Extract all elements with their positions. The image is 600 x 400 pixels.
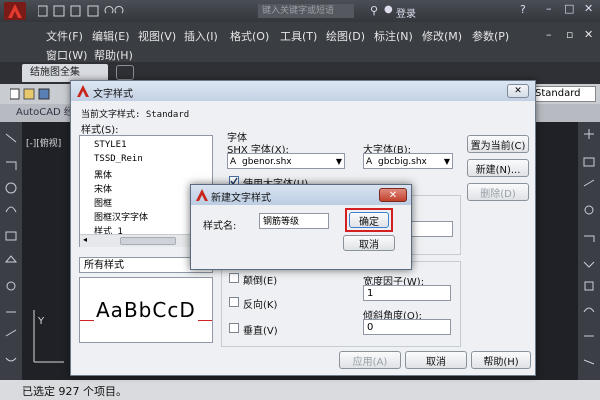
current-style-label: 当前文字样式: Standard	[81, 110, 190, 120]
shx-font-value: gbenor.shx	[242, 157, 292, 167]
menu-tools[interactable]: 工具(T)	[280, 28, 317, 44]
upside-down-checkbox[interactable]	[229, 273, 239, 283]
autocad-small-icon	[77, 85, 89, 97]
autocad-logo-icon[interactable]	[4, 2, 26, 20]
cancel-button[interactable]: 取消	[405, 351, 467, 369]
font-type-icon: A	[230, 157, 237, 167]
apply-button[interactable]: 应用(A)	[339, 351, 401, 369]
menu-draw[interactable]: 绘图(D)	[326, 28, 365, 44]
list-item[interactable]: 图框汉字字体	[94, 210, 148, 223]
width-factor-input[interactable]: 1	[363, 285, 451, 301]
dialog-title: 文字样式	[93, 89, 133, 100]
scroll-thumb[interactable]	[120, 237, 176, 245]
ucs-icon: Y	[33, 310, 64, 363]
close-icon[interactable]: ✕	[584, 2, 593, 15]
style-name-label: 样式名:	[203, 221, 237, 232]
modify-toolbar[interactable]	[578, 122, 600, 380]
scroll-left-icon[interactable]: ◂	[83, 235, 87, 244]
bigfont-value: gbcbig.shx	[378, 157, 427, 167]
autocad-small-icon	[196, 189, 208, 201]
preview-baseline-right	[198, 320, 212, 321]
styles-label: 样式(S):	[81, 125, 119, 136]
list-item[interactable]: STYLE1	[94, 140, 127, 150]
preview-panel: AaBbCcD	[79, 277, 213, 343]
toolbar-icons[interactable]	[9, 88, 70, 100]
chevron-down-icon: ▼	[443, 157, 450, 166]
menu-modify[interactable]: 修改(M)	[422, 28, 462, 44]
menu-dimension[interactable]: 标注(N)	[374, 28, 413, 44]
sign-in-link[interactable]: 登录	[396, 5, 416, 20]
oblique-angle-input[interactable]: 0	[363, 319, 451, 335]
upside-down-label[interactable]: 颠倒(E)	[243, 272, 277, 287]
doc-close-icon[interactable]: ✕	[584, 28, 593, 41]
quick-access-icons[interactable]	[37, 5, 134, 17]
viewport-label[interactable]: [-][俯视]	[26, 136, 61, 149]
new-style-button[interactable]: 新建(N)...	[467, 159, 529, 177]
new-dialog-title: 新建文字样式	[211, 193, 271, 204]
help-icon[interactable]: ?	[520, 3, 526, 16]
binoculars-icon[interactable]: ⚲	[370, 4, 378, 17]
maximize-icon[interactable]: □	[564, 2, 574, 15]
preview-text: AaBbCcD	[96, 298, 196, 322]
svg-text:Y: Y	[37, 316, 45, 327]
delete-style-button[interactable]: 删除(D)	[467, 183, 529, 201]
backwards-checkbox[interactable]	[229, 297, 239, 307]
menu-parametric[interactable]: 参数(P)	[472, 28, 509, 44]
new-text-style-dialog: 新建文字样式 ✕ 样式名: 钢筋等级 确定 取消	[190, 184, 412, 270]
vertical-label[interactable]: 垂直(V)	[243, 322, 278, 337]
list-item[interactable]: 宋体	[94, 182, 112, 195]
text-style-select[interactable]: Standard	[530, 86, 596, 102]
list-item[interactable]: 黑体	[94, 168, 112, 181]
help-button[interactable]: 帮助(H)	[471, 351, 531, 369]
command-line[interactable]: 已选定 927 个项目。	[0, 380, 600, 400]
preview-baseline-left	[80, 320, 94, 321]
new-dialog-title-bar: 新建文字样式 ✕	[191, 185, 411, 205]
menu-edit[interactable]: 编辑(E)	[92, 28, 130, 44]
minimize-icon[interactable]: –	[546, 2, 552, 15]
dialog-title-bar: 文字样式 ✕	[71, 81, 535, 101]
dialog-close-button[interactable]: ✕	[507, 84, 529, 98]
menu-help[interactable]: 帮助(H)	[94, 47, 133, 63]
command-history: 已选定 927 个项目。	[22, 385, 127, 398]
style-filter-value: 所有样式	[84, 260, 124, 271]
doc-minimize-icon[interactable]: –	[546, 28, 552, 41]
search-input[interactable]: 键入关键字或短语	[258, 4, 354, 18]
list-item[interactable]: TSSD_Rein	[94, 154, 143, 164]
menu-format[interactable]: 格式(O)	[230, 28, 269, 44]
menu-view[interactable]: 视图(V)	[138, 28, 176, 44]
vertical-checkbox[interactable]	[229, 323, 239, 333]
font-type-icon: A	[366, 157, 373, 167]
shx-font-select[interactable]: A gbenor.shx ▼	[227, 153, 345, 169]
set-current-button[interactable]: 置为当前(C)	[467, 135, 529, 153]
style-name-input[interactable]: 钢筋等级	[259, 213, 329, 229]
backwards-label[interactable]: 反向(K)	[243, 296, 277, 311]
menu-window[interactable]: 窗口(W)	[46, 47, 87, 63]
new-dialog-close-button[interactable]: ✕	[379, 188, 407, 202]
new-tab-icon[interactable]	[116, 65, 134, 80]
bigfont-select[interactable]: A gbcbig.shx ▼	[363, 153, 453, 169]
chevron-down-icon: ▼	[335, 157, 342, 166]
draw-toolbar[interactable]	[0, 122, 22, 380]
menu-bar: 文件(F) 编辑(E) 视图(V) 插入(I) 格式(O) 工具(T) 绘图(D…	[0, 22, 600, 62]
doc-restore-icon[interactable]: ▫	[566, 28, 573, 41]
title-bar: 键入关键字或短语 ⚲ ● 登录 ? – □ ✕	[0, 0, 600, 22]
user-icon[interactable]: ●	[384, 4, 393, 15]
new-dialog-cancel-button[interactable]: 取消	[343, 235, 395, 251]
menu-insert[interactable]: 插入(I)	[184, 28, 218, 44]
list-item[interactable]: 图框	[94, 196, 112, 209]
ok-button[interactable]: 确定	[349, 212, 389, 228]
menu-file[interactable]: 文件(F)	[46, 28, 83, 44]
